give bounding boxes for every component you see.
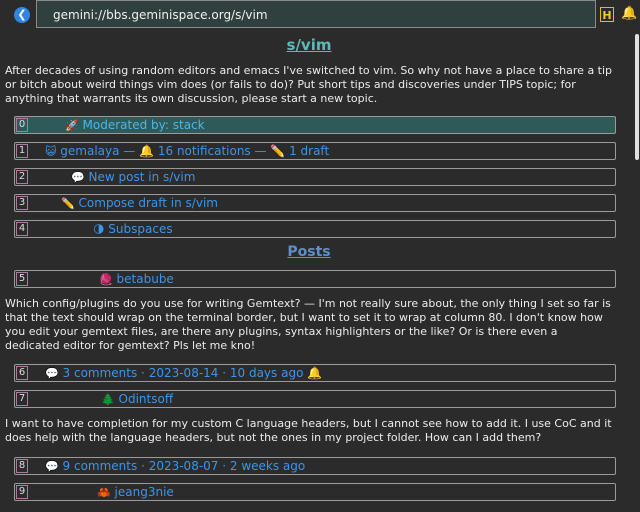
posts-heading: Posts <box>287 244 331 260</box>
intro-text: After decades of using random editors an… <box>5 64 613 105</box>
link-label: gemalaya — 🔔 16 notifications — ✏️ 1 dra… <box>60 144 330 158</box>
link-index: 6 <box>16 366 28 380</box>
back-arrow-icon[interactable]: ❮ <box>14 7 30 23</box>
speech-bubble-icon: 💬 <box>45 460 59 473</box>
link-post-comments[interactable]: 6 💬 3 comments · 2023-08-14 · 10 days ag… <box>14 364 616 382</box>
link-index: 7 <box>16 392 28 406</box>
address-bar[interactable]: gemini://bbs.geminispace.org/s/vim <box>36 0 596 28</box>
link-label: Compose draft in s/vim <box>78 196 218 210</box>
half-moon-icon: 🌗 <box>93 223 105 236</box>
link-index: 8 <box>16 459 28 473</box>
link-label: jeang3nie <box>114 485 174 499</box>
link-subspaces[interactable]: 4 🌗 Subspaces <box>14 220 616 238</box>
link-label: Odintsoff <box>118 392 174 406</box>
link-label: Subspaces <box>108 222 173 236</box>
link-label: 3 comments · 2023-08-14 · 10 days ago 🔔 <box>62 366 323 380</box>
link-index: 5 <box>16 272 28 286</box>
yarn-icon: 🧶 <box>99 273 113 286</box>
link-index: 0 <box>16 118 28 132</box>
link-author-odintsoff[interactable]: 7 🌲 Odintsoff <box>14 390 616 408</box>
link-index: 4 <box>16 222 28 236</box>
link-moderated-by[interactable]: 0 🚀 Moderated by: stack <box>14 116 616 134</box>
speech-bubble-icon: 💬 <box>71 171 85 184</box>
link-user-notifications[interactable]: 1 😺 gemalaya — 🔔 16 notifications — ✏️ 1… <box>14 142 616 160</box>
bell-icon[interactable]: 🔔 <box>621 6 637 21</box>
link-new-post[interactable]: 2 💬 New post in s/vim <box>14 168 616 186</box>
link-index: 9 <box>16 485 28 499</box>
browser-toolbar: ❮ gemini://bbs.geminispace.org/s/vim H 🔔 <box>0 0 640 32</box>
history-button[interactable]: H <box>600 7 614 22</box>
link-label: New post in s/vim <box>88 170 196 184</box>
link-author-betabube[interactable]: 5 🧶 betabube <box>14 270 616 288</box>
link-compose-draft[interactable]: 3 ✏️ Compose draft in s/vim <box>14 194 616 212</box>
pencil-icon: ✏️ <box>61 197 75 210</box>
post-body: I want to have completion for my custom … <box>5 417 612 444</box>
tree-icon: 🌲 <box>101 393 115 406</box>
link-label: Moderated by: stack <box>82 118 205 132</box>
crab-icon: 🦀 <box>97 486 111 499</box>
post-body: Which config/plugins do you use for writ… <box>5 297 611 352</box>
cat-icon: 😺 <box>45 145 57 158</box>
page-title: s/vim <box>286 36 332 54</box>
link-index: 3 <box>16 196 28 210</box>
link-label: betabube <box>116 272 174 286</box>
link-index: 1 <box>16 144 28 158</box>
link-author-jeang3nie[interactable]: 9 🦀 jeang3nie <box>14 483 616 501</box>
link-label: 9 comments · 2023-08-07 · 2 weeks ago <box>62 459 306 473</box>
speech-bubble-icon: 💬 <box>45 367 59 380</box>
scrollbar-thumb[interactable] <box>635 34 639 160</box>
link-post-comments[interactable]: 8 💬 9 comments · 2023-08-07 · 2 weeks ag… <box>14 457 616 475</box>
rocket-icon: 🚀 <box>65 119 79 132</box>
link-index: 2 <box>16 170 28 184</box>
